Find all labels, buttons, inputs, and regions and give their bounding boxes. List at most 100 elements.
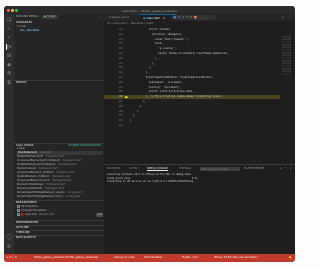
- panel-tab-output[interactable]: OUTPUT: [129, 166, 139, 171]
- code-line[interactable]: style: Theme.of(context).textTheme.headl…: [130, 52, 228, 56]
- dart-file-icon: ◆: [143, 16, 146, 20]
- flutter-device-label: FLUTTER DEVICE: [244, 167, 265, 170]
- code-line[interactable]: ), // This trailing comma makes formatti…: [130, 95, 223, 99]
- console-line: Connecting to VM Service at ws://127.0.0…: [107, 180, 194, 184]
- collapsed-section-header[interactable]: OUTLINE: [14, 225, 104, 229]
- launch-config-select[interactable]: ▶ Flutter: [42, 15, 58, 19]
- line-number: 126: [118, 95, 123, 99]
- code-line[interactable]: }: [130, 114, 135, 118]
- watch-header[interactable]: WATCH: [14, 80, 104, 84]
- line-number: 131: [118, 119, 123, 123]
- code-line[interactable]: }: [130, 105, 141, 109]
- panel-tab-terminal[interactable]: TERMINAL: [179, 166, 191, 171]
- code-line[interactable]: }: [130, 119, 132, 123]
- start-debug-icon[interactable]: ▶: [44, 15, 46, 18]
- breakpoint-item[interactable]: main.dart lib/main.dart 126: [17, 213, 103, 217]
- more-actions-icon[interactable]: ⋯: [98, 15, 101, 19]
- extensions-icon[interactable]: ⊞: [6, 53, 12, 59]
- code-editor[interactable]: 112 child: Column( 113 children: <Widget>…: [104, 26, 295, 164]
- breakpoint-checkbox[interactable]: [17, 205, 20, 208]
- debug-toolbar: ▶↷↓↑↻■: [172, 15, 216, 20]
- status-devtools[interactable]: Dart DevTools: [144, 254, 162, 262]
- code-line[interactable]: Text(: [130, 42, 163, 46]
- split-editor-icon[interactable]: ◫: [282, 15, 285, 19]
- close-panel-icon[interactable]: ×: [290, 167, 292, 170]
- code-line[interactable]: ),: [130, 57, 158, 61]
- close-tab-icon[interactable]: ×: [163, 16, 165, 20]
- status-flutter-version[interactable]: Flutter: 3.0.1: [182, 254, 199, 262]
- breakpoint-dot-icon: [21, 213, 24, 216]
- line-number: 128: [118, 104, 123, 108]
- stop-icon[interactable]: ■: [194, 15, 198, 19]
- status-debug-mode[interactable]: Debug my code: [114, 254, 135, 262]
- line-number: 125: [118, 90, 123, 94]
- status-problems[interactable]: ⚠ 0 ⓘ 0: [6, 254, 17, 262]
- flutter-icon[interactable]: ◆: [6, 62, 12, 68]
- window-title: main.dart — flutter_gallery_example: [122, 8, 177, 13]
- source-control-icon[interactable]: ⑂: [6, 35, 12, 41]
- editor-actions: ◫ ⋯: [279, 14, 293, 21]
- editor-more-icon[interactable]: ⋯: [287, 15, 290, 19]
- yaml-file-icon: !: [107, 15, 109, 19]
- code-line[interactable]: '$_counter',: [130, 47, 177, 51]
- line-number: 116: [118, 47, 123, 51]
- line-number: 115: [118, 42, 123, 46]
- collapsed-section-header[interactable]: NPM SCRIPTS: [14, 235, 104, 239]
- line-number: 127: [118, 100, 123, 103]
- line-number: 113: [118, 32, 123, 36]
- code-line[interactable]: child: Column(: [130, 28, 171, 32]
- settings-gear-icon[interactable]: ⚙: [6, 244, 12, 250]
- line-number: 118: [118, 56, 123, 60]
- code-line[interactable]: children: <Widget>[: [130, 33, 182, 37]
- vscode-window: main.dart — flutter_gallery_example ❏ ⌕ …: [4, 6, 295, 262]
- panel-tab-problems[interactable]: PROBLEMS: [107, 166, 120, 171]
- paused-status: PAUSED ON BREAKPOINT: [68, 144, 101, 147]
- line-number: 122: [118, 76, 123, 79]
- collapsed-section-header[interactable]: TIMELINE: [14, 230, 104, 234]
- tab-main-dart[interactable]: ◆ main.dart ×: [140, 14, 176, 21]
- panel-tab-debug-console[interactable]: DEBUG CONSOLE: [147, 166, 168, 171]
- breakpoints-header[interactable]: BREAKPOINTS: [14, 200, 104, 204]
- debug-console-filter-input[interactable]: Filter (e.g. text, !exclude): [200, 166, 240, 171]
- code-line[interactable]: ),: [130, 66, 152, 70]
- status-bar: ⚠ 0 ⓘ 0 flutter_gallery_example (flutter…: [4, 254, 295, 262]
- maximize-panel-icon[interactable]: ^: [285, 167, 287, 170]
- code-line[interactable]: child: const Icon(Icons.add),: [130, 90, 194, 94]
- notifications-icon[interactable]: 🔔: [289, 254, 292, 262]
- line-number: 121: [118, 71, 123, 75]
- code-line[interactable]: ),: [130, 71, 149, 75]
- testing-icon[interactable]: ⚗: [6, 71, 12, 77]
- account-icon[interactable]: ◯: [6, 234, 12, 240]
- explorer-icon[interactable]: ❏: [6, 17, 12, 23]
- run-and-debug-icon[interactable]: ▷: [6, 44, 12, 50]
- status-device[interactable]: iPhone 13 Pro Max (ios simulator): [214, 254, 258, 262]
- line-number: 132: [118, 124, 123, 127]
- call-stack-header[interactable]: CALL STACK PAUSED ON BREAKPOINT: [14, 143, 104, 147]
- minimap[interactable]: [280, 26, 295, 164]
- code-line[interactable]: floatingActionButton: FloatingActionButt…: [130, 76, 213, 80]
- run-debug-title: RUN AND DEBUG: [16, 15, 39, 18]
- code-line[interactable]: );: [130, 100, 145, 104]
- activity-bar: ❏ ⌕ ⑂ ▷ ⊞ ◆ ⚗ ⧉ ◯ ⚙: [4, 14, 14, 254]
- status-debug-session[interactable]: flutter_gallery_example (flutter_gallery…: [34, 254, 98, 262]
- call-stack-frame[interactable]: RenderObjectToWidgetElement.mount binding…: [17, 195, 103, 199]
- panel-actions: ⊘ ^ ×: [280, 166, 292, 171]
- breakpoint-checkbox[interactable]: [17, 209, 20, 212]
- breakpoint-checkbox[interactable]: [17, 213, 20, 216]
- title-bar: main.dart — flutter_gallery_example: [4, 6, 295, 14]
- line-number: 123: [118, 80, 123, 84]
- run-debug-sidebar: RUN AND DEBUG ▶ Flutter ⋯ VARIABLES ▾ Lo…: [14, 14, 104, 254]
- clear-console-icon[interactable]: ⊘: [280, 167, 282, 170]
- line-number: 120: [118, 66, 123, 70]
- code-line[interactable]: onPressed: _increment,: [130, 81, 183, 85]
- remote-icon[interactable]: ⧉: [6, 80, 12, 86]
- bottom-panel: PROBLEMS OUTPUT DEBUG CONSOLE TERMINAL Filt…: [104, 164, 295, 254]
- line-number: 130: [118, 114, 123, 118]
- line-number: 112: [118, 28, 123, 31]
- line-number: 117: [118, 52, 123, 55]
- search-icon[interactable]: ⌕: [6, 26, 12, 32]
- tab-pubspec[interactable]: ! pubspec.yaml: [104, 14, 140, 21]
- local-variable[interactable]: this: _MainState: [20, 29, 39, 33]
- collapsed-section-header[interactable]: DEPENDENCIES: [14, 220, 104, 224]
- variables-header[interactable]: VARIABLES: [14, 21, 104, 25]
